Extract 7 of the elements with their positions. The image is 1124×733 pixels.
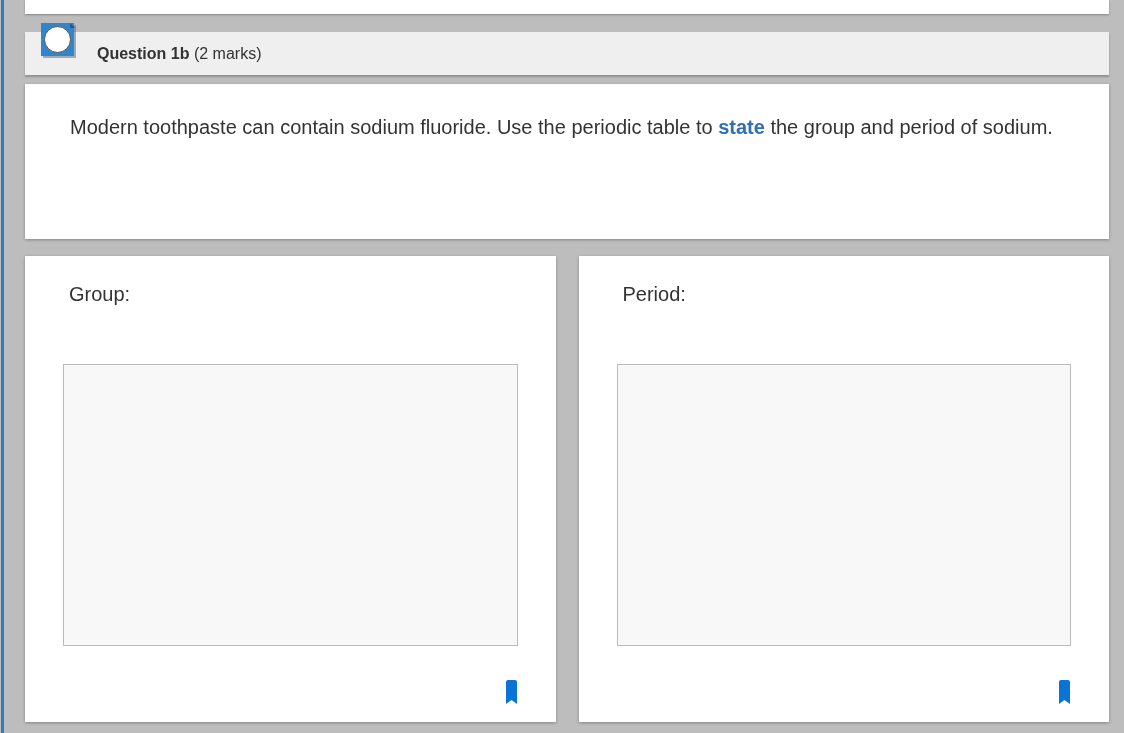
question-title: Question 1b (2 marks)	[97, 44, 262, 63]
bookmark-icon[interactable]	[504, 680, 518, 704]
question-text: Modern toothpaste can contain sodium fluoride. Use the periodic table to state the group and period of sodium.	[70, 115, 1054, 140]
flag-icon[interactable]	[41, 23, 76, 58]
field-label: Period:	[622, 283, 687, 307]
bookmark-icon[interactable]	[1058, 680, 1071, 704]
field-label: Group:	[69, 283, 132, 307]
